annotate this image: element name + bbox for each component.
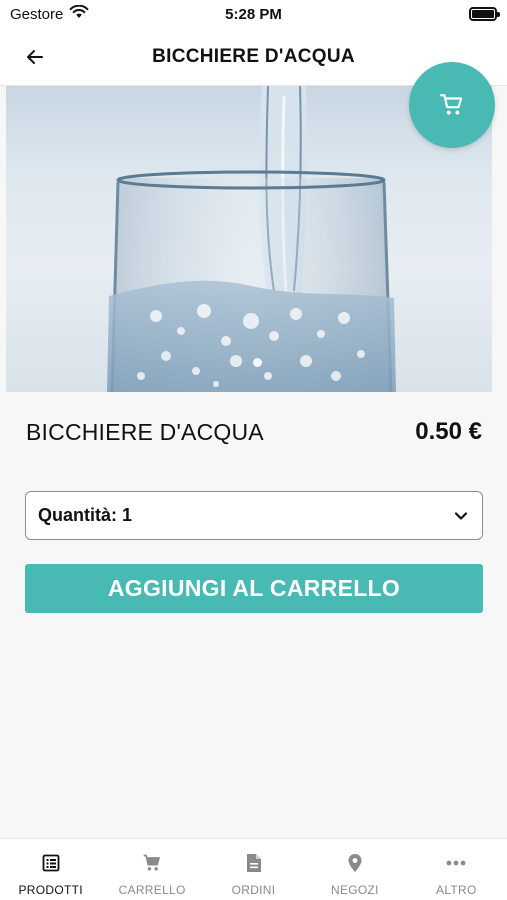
list-icon bbox=[42, 854, 60, 872]
wifi-icon bbox=[69, 4, 89, 23]
product-price: 0.50 € bbox=[415, 418, 482, 445]
location-pin-icon bbox=[348, 854, 362, 872]
carousel-indicator[interactable] bbox=[253, 358, 262, 367]
tab-label: ORDINI bbox=[231, 883, 276, 897]
tab-prodotti[interactable]: PRODOTTI bbox=[0, 839, 101, 900]
tab-label: PRODOTTI bbox=[18, 883, 83, 897]
tab-negozi[interactable]: NEGOZI bbox=[304, 839, 405, 900]
status-left: Gestore bbox=[10, 4, 89, 23]
tab-ordini[interactable]: ORDINI bbox=[203, 839, 304, 900]
quantity-select[interactable]: Quantità: 1 bbox=[25, 491, 483, 540]
carrier-label: Gestore bbox=[10, 5, 64, 23]
tab-altro[interactable]: ALTRO bbox=[406, 839, 507, 900]
product-name: BICCHIERE D'ACQUA bbox=[26, 418, 264, 445]
tab-label: CARRELLO bbox=[118, 883, 186, 897]
status-bar: Gestore 5:28 PM bbox=[0, 0, 507, 28]
bottom-tab-bar: PRODOTTI CARRELLO ORDINI NEGOZI ALTRO bbox=[0, 838, 507, 900]
cart-icon bbox=[440, 94, 463, 115]
back-button[interactable] bbox=[20, 42, 50, 72]
add-to-cart-button[interactable]: AGGIUNGI AL CARRELLO bbox=[25, 564, 483, 613]
more-icon bbox=[446, 860, 466, 866]
tab-carrello[interactable]: CARRELLO bbox=[101, 839, 202, 900]
battery-icon bbox=[469, 7, 500, 21]
chevron-down-icon bbox=[454, 511, 468, 520]
cart-fab-button[interactable] bbox=[409, 62, 495, 148]
document-icon bbox=[246, 854, 261, 872]
tab-label: ALTRO bbox=[436, 883, 477, 897]
quantity-value: Quantità: 1 bbox=[38, 505, 133, 525]
page-title: BICCHIERE D'ACQUA bbox=[152, 45, 355, 67]
arrow-left-icon bbox=[27, 50, 43, 64]
cart-icon bbox=[143, 854, 161, 871]
product-info: BICCHIERE D'ACQUA 0.50 € bbox=[26, 418, 482, 446]
tab-label: NEGOZI bbox=[331, 883, 379, 897]
